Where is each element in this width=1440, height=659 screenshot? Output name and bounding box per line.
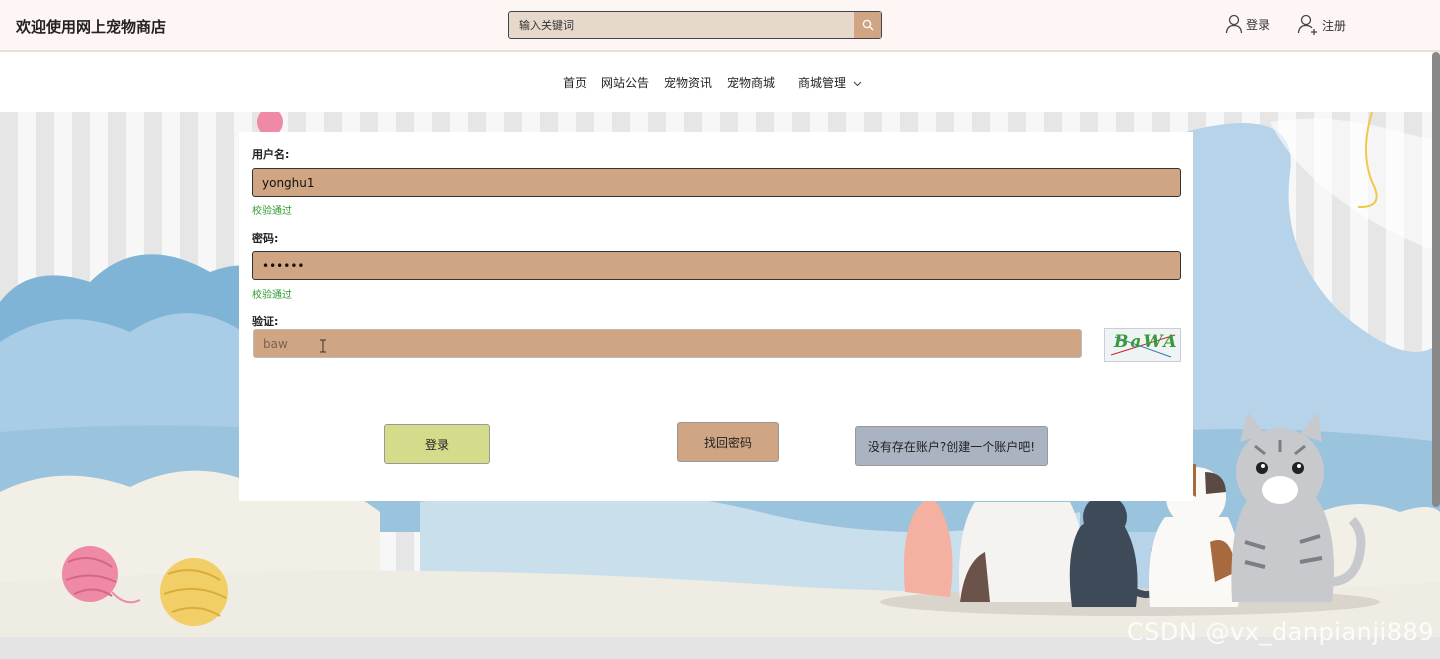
- login-link-label: 登录: [1246, 17, 1271, 32]
- password-field[interactable]: [252, 251, 1181, 280]
- username-label: 用户名:: [252, 148, 290, 161]
- captcha-label: 验证:: [252, 315, 279, 328]
- main-nav: 首页 网站公告 宠物资讯 宠物商城 商城管理: [0, 52, 1440, 112]
- nav-manage-dropdown[interactable]: 商城管理: [798, 74, 862, 91]
- nav-pet-news[interactable]: 宠物资讯: [664, 74, 712, 91]
- nav-pet-shop[interactable]: 宠物商城: [727, 74, 775, 91]
- search-button[interactable]: [854, 12, 881, 38]
- password-hint: 校验通过: [252, 290, 292, 301]
- user-icon: [1225, 14, 1243, 34]
- chevron-down-icon: [853, 81, 862, 86]
- register-account-button[interactable]: 没有存在账户?创建一个账户吧!: [855, 426, 1048, 466]
- register-link-label: 注册: [1322, 18, 1347, 33]
- recover-password-button[interactable]: 找回密码: [677, 422, 779, 462]
- username-hint: 校验通过: [252, 206, 292, 217]
- top-bar: 欢迎使用网上宠物商店 登录 注册: [0, 0, 1440, 52]
- search-box: [508, 11, 882, 39]
- search-input[interactable]: [509, 12, 855, 38]
- username-field[interactable]: [252, 168, 1181, 197]
- watermark-text: CSDN @vx_danpianji889: [1126, 618, 1434, 646]
- page-scrollbar[interactable]: [1432, 52, 1440, 507]
- nav-manage-label: 商城管理: [798, 76, 847, 90]
- text-cursor-icon: [320, 339, 326, 353]
- captcha-input[interactable]: [253, 329, 1082, 358]
- register-link[interactable]: 注册: [1297, 14, 1346, 36]
- login-button[interactable]: 登录: [384, 424, 490, 464]
- captcha-text: BaWA: [1114, 332, 1179, 352]
- search-icon: [862, 19, 873, 31]
- site-title: 欢迎使用网上宠物商店: [16, 18, 167, 36]
- login-link[interactable]: 登录: [1225, 14, 1270, 34]
- nav-home[interactable]: 首页: [563, 74, 587, 91]
- nav-announcements[interactable]: 网站公告: [601, 74, 649, 91]
- add-user-icon: [1297, 14, 1317, 35]
- password-label: 密码:: [252, 232, 279, 245]
- captcha-image[interactable]: BaWA: [1104, 328, 1181, 362]
